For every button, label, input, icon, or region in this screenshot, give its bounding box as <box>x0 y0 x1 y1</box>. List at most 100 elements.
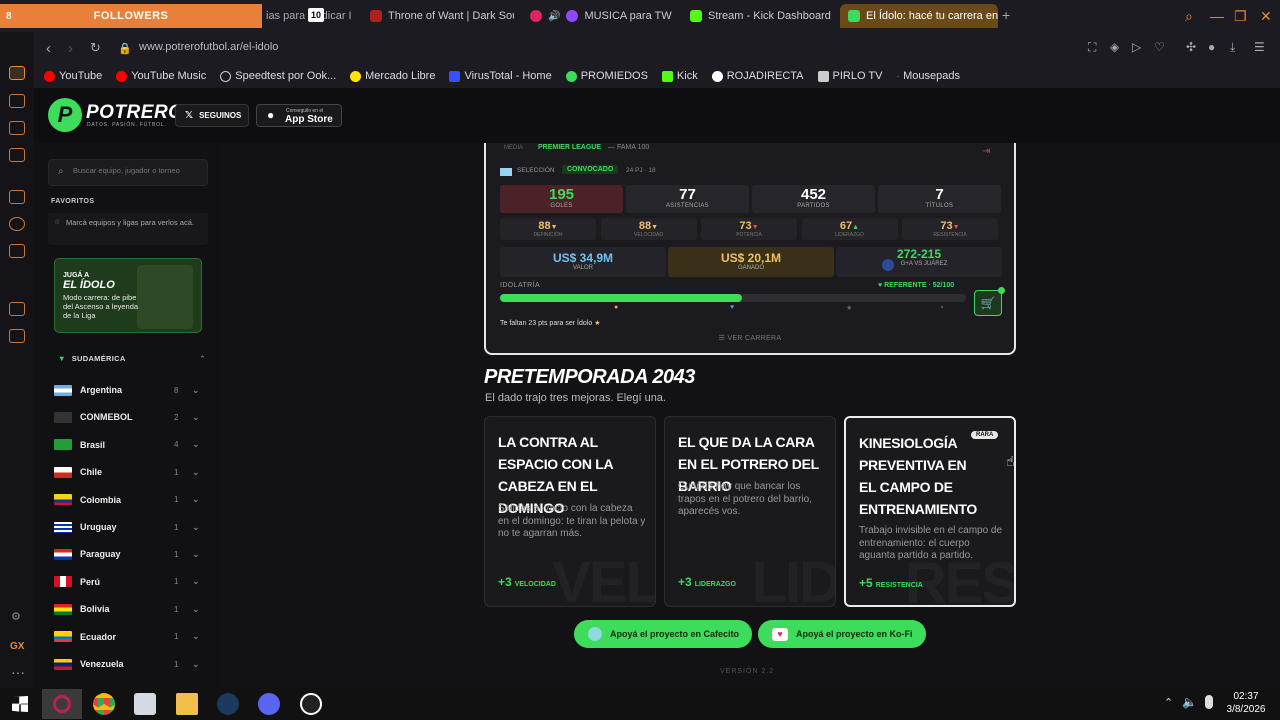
reload-icon[interactable]: ↻ <box>90 40 101 56</box>
referente-label: ♥ REFERENTE · 52/100 <box>878 282 955 289</box>
back-icon[interactable]: ‹ <box>46 40 51 57</box>
forward-icon[interactable]: › <box>68 40 73 57</box>
el-idolo-promo[interactable]: JUGÁ A EL ÍDOLO Modo carrera: de pibe de… <box>54 258 202 333</box>
logout-icon[interactable]: ⇥ <box>982 146 990 157</box>
region-label: SUDAMÉRICA <box>71 354 126 363</box>
bookmark-mercado-libre[interactable]: Mercado Libre <box>350 70 435 82</box>
tab-followers[interactable]: 8 FOLLOWERS <box>0 4 262 28</box>
search-box[interactable]: ⌕ <box>48 159 208 186</box>
country-name: Colombia <box>80 494 122 505</box>
stack-icon[interactable] <box>9 329 25 343</box>
bookmark-virustotal[interactable]: VirusTotal - Home <box>449 70 552 82</box>
app-store-button[interactable]: ● Conseguilo en el App Store <box>256 104 342 127</box>
bookmark-pirlo-tv[interactable]: PIRLO TV <box>817 70 882 82</box>
option-title: KINESIOLOGÍA PREVENTIVA EN EL CAMPO DE E… <box>859 435 977 517</box>
discord-icon[interactable] <box>258 693 280 715</box>
tab-throne[interactable]: Throne of Want | Dark Soul <box>362 4 514 28</box>
bookmark-promiedos[interactable]: PROMIEDOS <box>565 70 648 82</box>
url-field[interactable]: www.potrerofutbol.ar/el-idolo <box>139 41 278 53</box>
download-icon[interactable]: ⤓ <box>1230 40 1235 55</box>
file-explorer-icon[interactable] <box>176 693 198 715</box>
bookmark-speedtest[interactable]: Speedtest por Ook... <box>220 70 336 82</box>
country-row[interactable]: Uruguay 1 ⌄ <box>54 517 204 537</box>
potrero-logo-icon[interactable]: P <box>48 98 82 132</box>
country-row[interactable]: Bolivia 1 ⌄ <box>54 599 204 619</box>
tab-label: El Ídolo: hacé tu carrera en <box>866 10 998 22</box>
flag-icon <box>54 631 72 643</box>
chevron-up-icon[interactable]: ⌃ <box>1164 696 1173 709</box>
shield-icon[interactable]: ◈ <box>1110 40 1119 54</box>
country-row[interactable]: Brasil 4 ⌄ <box>54 435 204 455</box>
speaker-icon[interactable]: 🔊 <box>548 11 560 22</box>
profile-icon[interactable]: ● <box>1208 40 1215 54</box>
search-icon[interactable]: ⌕ <box>1185 8 1193 25</box>
heart-icon[interactable]: ♡ <box>1154 40 1165 54</box>
flag-icon <box>54 521 72 533</box>
gamepad-icon[interactable] <box>9 190 25 204</box>
cafecito-button[interactable]: Apoyá el proyecto en Cafecito <box>574 620 752 648</box>
flag-icon <box>54 603 72 615</box>
extensions-icon[interactable]: ✣ <box>1186 40 1196 54</box>
search-input[interactable] <box>73 166 203 175</box>
bookmark-mousepads[interactable]: · Mousepads <box>896 70 960 82</box>
flag-icon <box>54 466 72 478</box>
discord-icon[interactable] <box>9 244 25 258</box>
app-icon[interactable] <box>134 693 156 715</box>
rival-box: 272-215 G+A VS JUÁREZ <box>836 247 1002 277</box>
flag-icon <box>54 411 72 423</box>
bookmark-rojadirecta[interactable]: ROJADIRECTA <box>711 70 804 82</box>
volume-icon[interactable]: 🔈 <box>1182 695 1197 709</box>
country-row[interactable]: Venezuela 1 ⌄ <box>54 654 204 674</box>
more-icon[interactable]: ··· <box>11 664 25 680</box>
bookmark-kick[interactable]: Kick <box>661 70 698 82</box>
ver-carrera-link[interactable]: ☰ VER CARRERA <box>486 334 1014 342</box>
attribute-velocidad: 88▼ VELOCIDAD <box>600 218 697 240</box>
bookmark-youtube-music[interactable]: YouTube Music <box>116 70 206 82</box>
upgrade-option-velocidad[interactable]: VEL LA CONTRA AL ESPACIO CON LA CABEZA E… <box>484 416 656 607</box>
country-row[interactable]: Paraguay 1 ⌄ <box>54 544 204 564</box>
pretemporada-title: PRETEMPORADA 2043 <box>484 366 695 388</box>
kofi-button[interactable]: ♥ Apoyá el proyecto en Ko-Fi <box>758 620 926 648</box>
minimize-icon[interactable]: — <box>1210 8 1224 24</box>
follow-button[interactable]: 𝕏 SEGUINOS <box>175 104 249 127</box>
list-icon[interactable] <box>9 148 25 162</box>
chrome-icon[interactable] <box>93 693 115 715</box>
maximize-icon[interactable]: ❐ <box>1234 8 1247 25</box>
clock[interactable]: 02:37 3/8/2026 <box>1225 690 1267 716</box>
gx-control-icon[interactable] <box>9 66 25 80</box>
twitch-icon[interactable] <box>9 94 25 108</box>
panel-icon[interactable] <box>9 302 25 316</box>
country-row[interactable]: Perú 1 ⌄ <box>54 572 204 592</box>
country-row[interactable]: Chile 1 ⌄ <box>54 462 204 482</box>
opera-taskbar-item[interactable] <box>42 689 82 719</box>
country-row[interactable]: Ecuador 1 ⌄ <box>54 627 204 647</box>
sidebar-panel-icon[interactable] <box>9 121 25 135</box>
cart-button[interactable]: 🛒 <box>974 290 1002 316</box>
music-icon[interactable] <box>9 217 25 231</box>
tab-musica[interactable]: 🔊 MUSICA para TWIT <box>522 4 672 28</box>
trophy-milestone-icon: ◗ <box>940 304 945 311</box>
gx-corner-icon[interactable]: ⚙ <box>11 610 21 623</box>
play-icon[interactable]: ▷ <box>1132 40 1141 54</box>
upgrade-option-resistencia[interactable]: RES RARA KINESIOLOGÍA PREVENTIVA EN EL C… <box>844 416 1016 607</box>
screenshot-icon[interactable]: ⛶ <box>1088 40 1096 55</box>
country-row[interactable]: Colombia 1 ⌄ <box>54 490 204 510</box>
menu-icon[interactable]: ☰ <box>1254 40 1265 54</box>
upgrade-option-liderazgo[interactable]: LID EL QUE DA LA CARA EN EL POTRERO DEL … <box>664 416 836 607</box>
tab-el-idolo[interactable]: El Ídolo: hacé tu carrera en <box>840 4 998 28</box>
new-tab-icon[interactable]: + <box>1002 7 1010 23</box>
tab-label: Throne of Want | Dark Soul <box>388 10 514 22</box>
country-row[interactable]: CONMEBOL 2 ⌄ <box>54 407 204 427</box>
region-header[interactable]: ▼ SUDAMÉRICA ⌃ <box>58 354 206 363</box>
microphone-icon[interactable] <box>1205 695 1213 709</box>
steam-icon[interactable] <box>217 693 239 715</box>
obs-icon[interactable] <box>300 693 322 715</box>
logo-text[interactable]: POTRERO <box>86 102 183 124</box>
country-row[interactable]: Argentina 8 ⌄ <box>54 380 204 400</box>
tab-pedicar[interactable]: ias para Pedicar In <box>258 4 352 28</box>
gx-logo-icon[interactable]: GX <box>10 641 24 652</box>
bookmark-youtube[interactable]: YouTube <box>44 70 102 82</box>
seleccion-label: SELECCIÓN <box>517 167 555 174</box>
tab-kick[interactable]: Stream - Kick Dashboard <box>682 4 836 28</box>
close-icon[interactable]: ✕ <box>1260 8 1272 25</box>
